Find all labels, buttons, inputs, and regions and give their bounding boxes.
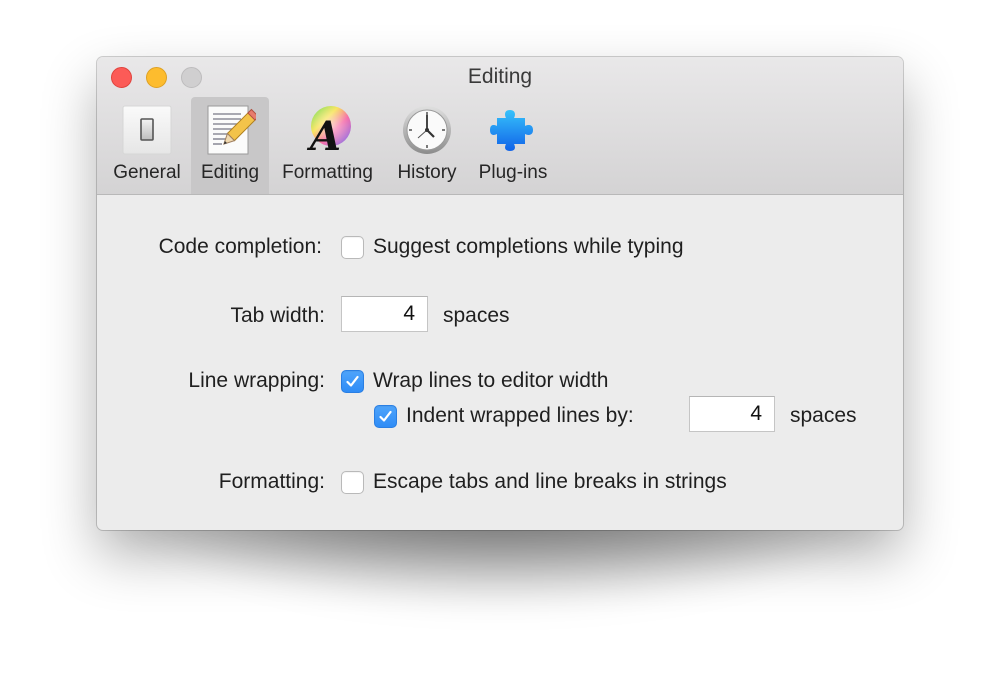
tab-width-unit: spaces	[443, 304, 510, 327]
pencil-document-icon	[204, 104, 260, 156]
indent-width-input[interactable]: 4	[689, 396, 775, 432]
clock-icon	[401, 104, 453, 156]
escape-tabs-checkbox[interactable]	[341, 471, 364, 494]
tab-label: Plug-ins	[478, 162, 548, 183]
wrap-lines-label[interactable]: Wrap lines to editor width	[373, 369, 608, 393]
preferences-window: Editing General Editing A Formatting His…	[97, 57, 903, 530]
wrap-lines-checkbox[interactable]	[341, 370, 364, 393]
indent-width-unit: spaces	[790, 404, 857, 427]
suggest-completions-checkbox[interactable]	[341, 236, 364, 259]
svg-text:A: A	[306, 113, 341, 156]
suggest-completions-label[interactable]: Suggest completions while typing	[373, 235, 684, 259]
tab-width-label: Tab width:	[230, 304, 325, 327]
indent-wrapped-checkbox[interactable]	[374, 405, 397, 428]
formatting-label: Formatting:	[218, 470, 325, 493]
tab-general[interactable]: General	[109, 97, 185, 194]
escape-tabs-label[interactable]: Escape tabs and line breaks in strings	[373, 470, 727, 494]
tab-editing[interactable]: Editing	[191, 97, 269, 194]
tab-label: Editing	[200, 162, 260, 183]
code-completion-label: Code completion:	[158, 235, 322, 258]
tab-label: History	[397, 162, 457, 183]
puzzle-piece-icon	[487, 104, 539, 156]
line-wrapping-label: Line wrapping:	[188, 369, 325, 392]
color-font-icon: A	[302, 104, 354, 160]
tab-formatting[interactable]: A Formatting	[275, 97, 380, 194]
switch-icon	[121, 104, 173, 156]
toolbar: Editing General Editing A Formatting His…	[97, 57, 903, 195]
tab-label: Formatting	[282, 162, 373, 183]
tab-plug-ins[interactable]: Plug-ins	[473, 97, 553, 194]
editing-settings-panel: Code completion: Suggest completions whi…	[97, 195, 903, 530]
tab-width-input[interactable]: 4	[341, 296, 428, 332]
checkmark-icon	[346, 375, 359, 387]
tab-label: General	[113, 162, 181, 183]
indent-wrapped-label[interactable]: Indent wrapped lines by:	[406, 404, 634, 428]
tab-history[interactable]: History	[387, 97, 467, 194]
window-title: Editing	[467, 65, 533, 88]
checkmark-icon	[379, 410, 392, 422]
